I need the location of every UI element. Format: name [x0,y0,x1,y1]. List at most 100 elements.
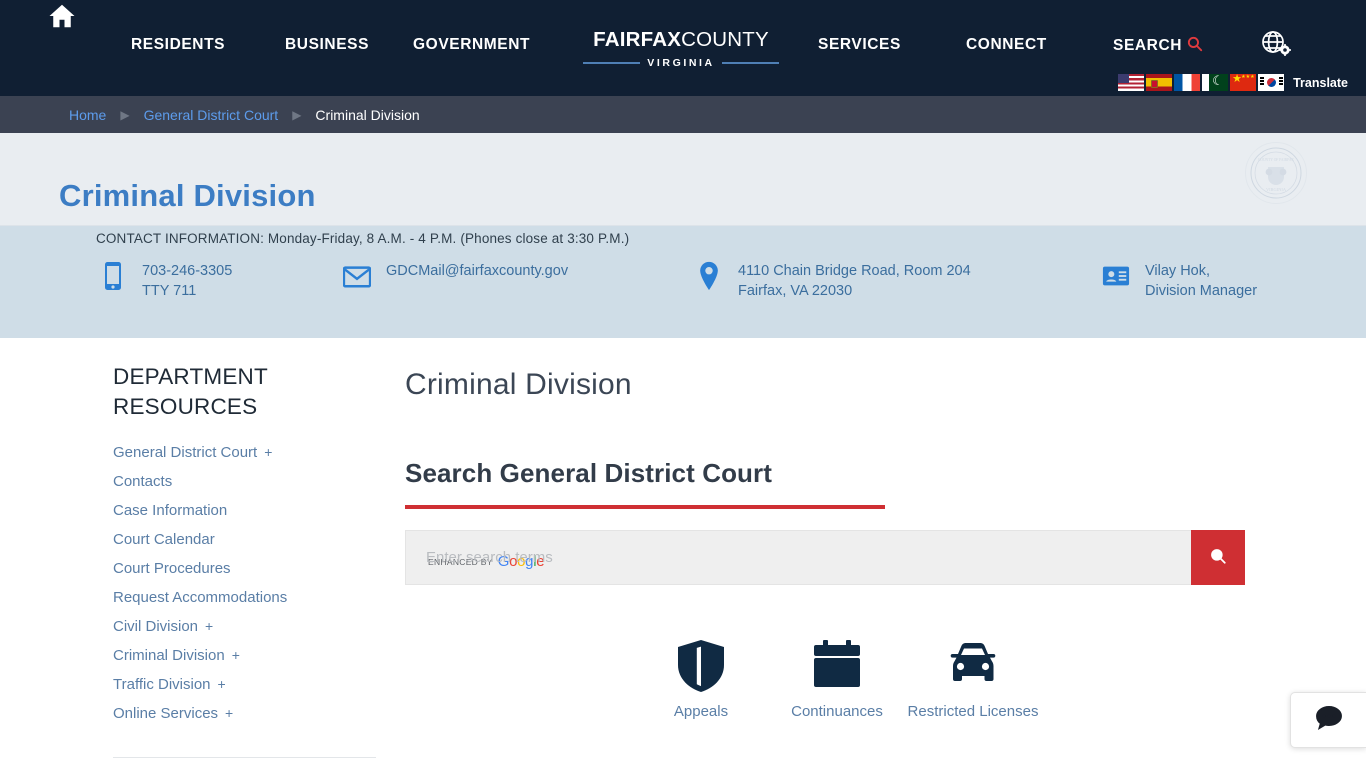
contact-person-name[interactable]: Vilay Hok, [1145,261,1257,281]
search-section-title: Search General District Court [405,458,773,488]
contact-person-text: Vilay Hok, Division Manager [1145,261,1257,301]
sidebar-divider [113,757,376,758]
globe-settings-icon [1256,31,1296,66]
page-title-band: Criminal Division VIRGINIA COUNTY OF FAI… [0,133,1366,226]
contact-information-band: CONTACT INFORMATION: Monday-Friday, 8 A.… [0,226,1366,338]
flag-fr-icon[interactable] [1174,74,1201,91]
home-icon [47,1,77,36]
contact-phone-text: 703-246-3305 TTY 711 [142,261,232,301]
section-underline [405,505,885,509]
contact-person[interactable]: Vilay Hok, Division Manager [1102,261,1257,301]
tile-label: Appeals [673,703,729,720]
translate-bar[interactable]: Translate [1118,74,1348,91]
breadcrumb-item-home[interactable]: Home [69,107,106,123]
sidebar-item-label[interactable]: Criminal Division [113,647,225,664]
logo-subtitle-row: VIRGINIA [583,57,780,69]
expand-plus-icon[interactable]: + [264,444,272,460]
calendar-icon [769,638,905,694]
contact-address-line2[interactable]: Fairfax, VA 22030 [738,281,971,301]
translate-label[interactable]: Translate [1293,76,1348,90]
expand-plus-icon[interactable]: + [232,647,240,663]
flag-kr-icon[interactable] [1258,74,1285,91]
search-input-wrapper[interactable]: ENHANCED BY Google [405,530,1191,585]
site-search-form: ENHANCED BY Google [405,530,1245,585]
contact-phone-tty[interactable]: TTY 711 [142,281,232,301]
logo-fairfax: FAIRFAX [593,28,682,51]
sidebar-item-label[interactable]: Court Procedures [113,560,231,577]
sidebar-item-label[interactable]: Civil Division [113,618,198,635]
search-icon [1209,547,1227,568]
logo-rule-left [583,62,641,64]
language-settings-button[interactable] [1256,26,1298,64]
contact-person-title[interactable]: Division Manager [1145,281,1257,301]
shield-icon [633,638,769,694]
sidebar-item-civil-division[interactable]: Civil Division + [113,618,376,635]
contact-address[interactable]: 4110 Chain Bridge Road, Room 204 Fairfax… [695,261,971,301]
tile-label: Continuances [791,703,883,720]
map-pin-icon [695,261,725,293]
breadcrumb-item-general-district-court[interactable]: General District Court [144,107,279,123]
breadcrumb-item-current: Criminal Division [315,106,420,123]
contact-heading: CONTACT INFORMATION: Monday-Friday, 8 A.… [96,231,630,246]
tile-appeals[interactable]: Appeals [633,638,769,723]
car-icon [905,638,1041,694]
search-input[interactable] [406,531,1191,584]
contact-email-text: GDCMail@fairfaxcounty.gov [386,261,568,281]
contact-email[interactable]: GDCMail@fairfaxcounty.gov [343,261,568,293]
nav-item-business[interactable]: BUSINESS [285,36,369,54]
sidebar-item-label[interactable]: Contacts [113,473,172,490]
chevron-right-icon: ▶ [120,107,130,122]
contact-address-text: 4110 Chain Bridge Road, Room 204 Fairfax… [738,261,971,301]
tile-continuances[interactable]: Continuances [769,638,905,723]
sidebar-item-case-information[interactable]: Case Information [113,502,376,519]
search-submit-button[interactable] [1191,530,1245,585]
sidebar-item-contacts[interactable]: Contacts [113,473,376,490]
flag-es-icon[interactable] [1146,74,1173,91]
sidebar-item-traffic-division[interactable]: Traffic Division + [113,676,376,693]
contact-address-line1[interactable]: 4110 Chain Bridge Road, Room 204 [738,261,971,281]
sidebar-item-court-procedures[interactable]: Court Procedures [113,560,376,577]
county-seal-watermark: VIRGINIA COUNTY OF FAIRFAX [1245,142,1307,204]
page-body: DEPARTMENT RESOURCES General District Co… [0,338,1366,768]
expand-plus-icon[interactable]: + [205,618,213,634]
sidebar-item-court-calendar[interactable]: Court Calendar [113,531,376,548]
chat-widget-button[interactable] [1290,692,1366,748]
department-resources-sidebar: DEPARTMENT RESOURCES General District Co… [113,362,376,734]
expand-plus-icon[interactable]: + [218,676,226,692]
header-search-button[interactable]: SEARCH [1113,35,1203,57]
sidebar-item-label[interactable]: Case Information [113,502,227,519]
expand-plus-icon[interactable]: + [225,705,233,721]
sidebar-item-criminal-division[interactable]: Criminal Division + [113,647,376,664]
site-logo[interactable]: FAIRFAXCOUNTY VIRGINIA [583,28,780,69]
sidebar-item-online-services[interactable]: Online Services + [113,705,376,722]
sidebar-title: DEPARTMENT RESOURCES [113,364,268,419]
nav-item-services[interactable]: SERVICES [818,36,901,54]
envelope-icon [343,261,373,293]
logo-county: COUNTY [681,28,769,51]
contact-phone-number[interactable]: 703-246-3305 [142,261,232,281]
home-button[interactable] [44,0,80,36]
nav-item-residents[interactable]: RESIDENTS [131,36,225,54]
tile-label: Restricted Licenses [907,703,1039,720]
sidebar-item-label[interactable]: Online Services [113,705,218,722]
contact-phone[interactable]: 703-246-3305 TTY 711 [99,261,232,301]
sidebar-item-label[interactable]: General District Court [113,444,257,461]
header-search-label: SEARCH [1113,37,1183,54]
sidebar-item-general-district-court[interactable]: General District Court + [113,444,376,461]
contact-email-address[interactable]: GDCMail@fairfaxcounty.gov [386,261,568,281]
sidebar-item-request-accommodations[interactable]: Request Accommodations [113,589,376,606]
chevron-right-icon: ▶ [292,107,302,122]
svg-text:VIRGINIA: VIRGINIA [1266,187,1287,192]
sidebar-item-label[interactable]: Request Accommodations [113,589,287,606]
sidebar-item-label[interactable]: Traffic Division [113,676,211,693]
sidebar-item-label[interactable]: Court Calendar [113,531,215,548]
mobile-phone-icon [99,261,129,293]
site-header: RESIDENTS BUSINESS GOVERNMENT SERVICES C… [0,0,1366,96]
flag-pk-icon[interactable] [1202,74,1229,91]
tile-restricted-licenses[interactable]: Restricted Licenses [905,638,1041,723]
main-heading: Criminal Division [405,368,632,401]
nav-item-government[interactable]: GOVERNMENT [413,36,530,54]
flag-cn-icon[interactable] [1230,74,1257,91]
nav-item-connect[interactable]: CONNECT [966,36,1047,54]
flag-us-icon[interactable] [1118,74,1145,91]
